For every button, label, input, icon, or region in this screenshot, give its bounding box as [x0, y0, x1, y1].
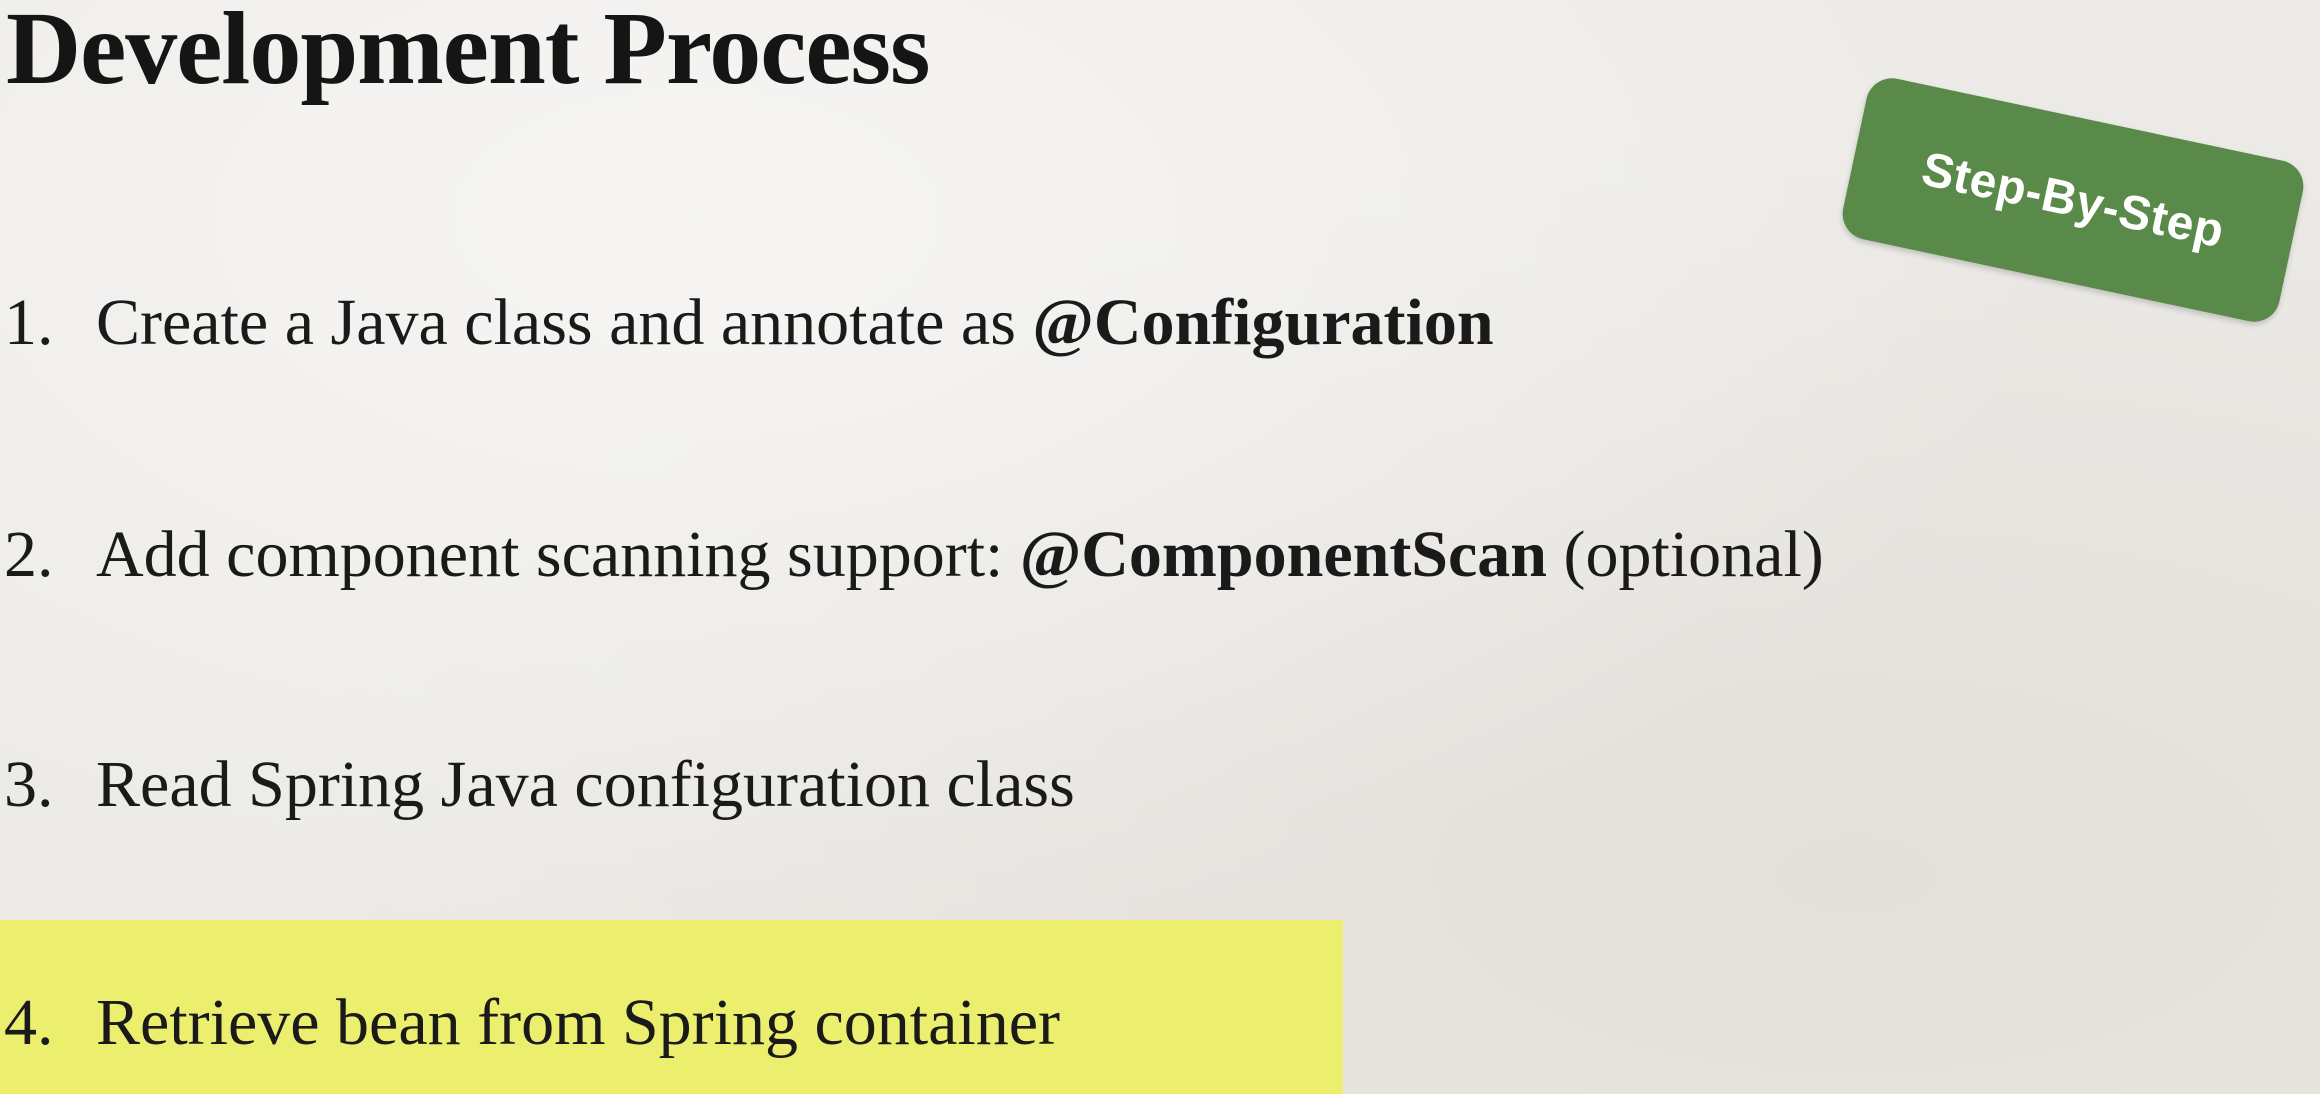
step-item-3: 3. Read Spring Java configuration class	[0, 752, 1075, 818]
slide-title: Development Process	[6, 0, 930, 106]
step-number: 3.	[4, 748, 54, 821]
step-suffix: (optional)	[1547, 518, 1824, 591]
step-item-1: 1. Create a Java class and annotate as @C…	[0, 290, 1494, 356]
slide: Development Process Step-By-Step 1. Creat…	[0, 0, 2320, 1094]
step-annotation: @ComponentScan	[1019, 518, 1548, 591]
step-text: Add component scanning support:	[96, 518, 1020, 591]
step-number: 1.	[4, 286, 54, 359]
step-text: Create a Java class and annotate as	[96, 286, 1033, 359]
step-text: Retrieve bean from Spring container	[96, 986, 1060, 1059]
step-number: 2.	[4, 518, 54, 591]
step-by-step-badge: Step-By-Step	[1837, 73, 2309, 327]
step-annotation: @Configuration	[1032, 286, 1494, 359]
step-text: Read Spring Java configuration class	[96, 748, 1075, 821]
badge-label: Step-By-Step	[1917, 142, 2229, 258]
step-number: 4.	[4, 986, 54, 1059]
step-item-4: 4. Retrieve bean from Spring container	[0, 990, 1060, 1056]
step-item-2: 2. Add component scanning support: @Compo…	[0, 522, 1824, 588]
